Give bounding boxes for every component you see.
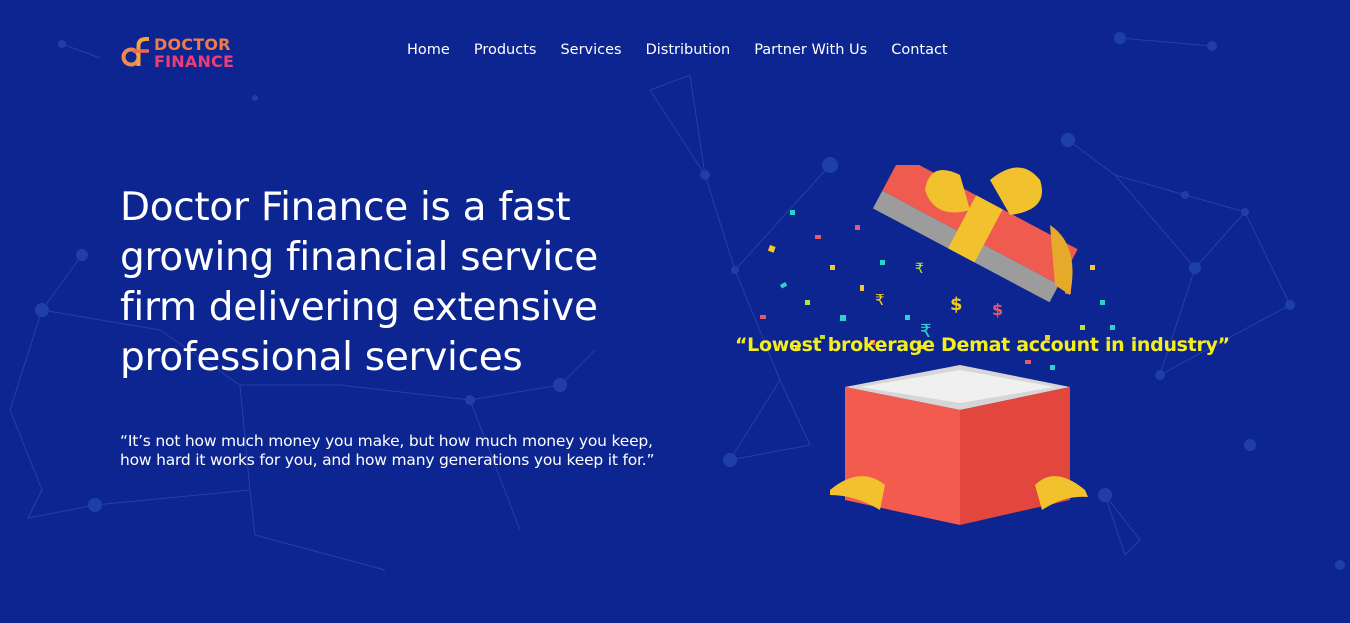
doctor-finance-logo-icon	[121, 37, 149, 67]
brand-name: DOCTOR FINANCE	[154, 36, 234, 70]
brand-logo[interactable]: DOCTOR FINANCE	[121, 36, 234, 70]
svg-text:₹: ₹	[875, 291, 885, 309]
nav-item-distribution[interactable]: Distribution	[646, 42, 731, 58]
hero-quote: “It’s not how much money you make, but h…	[120, 432, 655, 469]
promo-tagline: “Lowest brokerage Demat account in indus…	[735, 334, 1230, 356]
svg-text:$: $	[950, 294, 963, 315]
main-nav: Home Products Services Distribution Part…	[395, 42, 960, 58]
svg-text:₹: ₹	[915, 261, 924, 277]
nav-item-products[interactable]: Products	[474, 42, 537, 58]
brand-name-line2: FINANCE	[154, 52, 235, 71]
hero-headline: Doctor Finance is a fast growing financi…	[120, 185, 598, 380]
nav-item-contact[interactable]: Contact	[891, 42, 947, 58]
nav-item-services[interactable]: Services	[560, 42, 621, 58]
nav-item-home[interactable]: Home	[407, 42, 450, 58]
brand-name-line1: DOCTOR	[154, 35, 231, 54]
svg-text:$: $	[992, 300, 1003, 319]
nav-item-partner-with-us[interactable]: Partner With Us	[754, 42, 867, 58]
